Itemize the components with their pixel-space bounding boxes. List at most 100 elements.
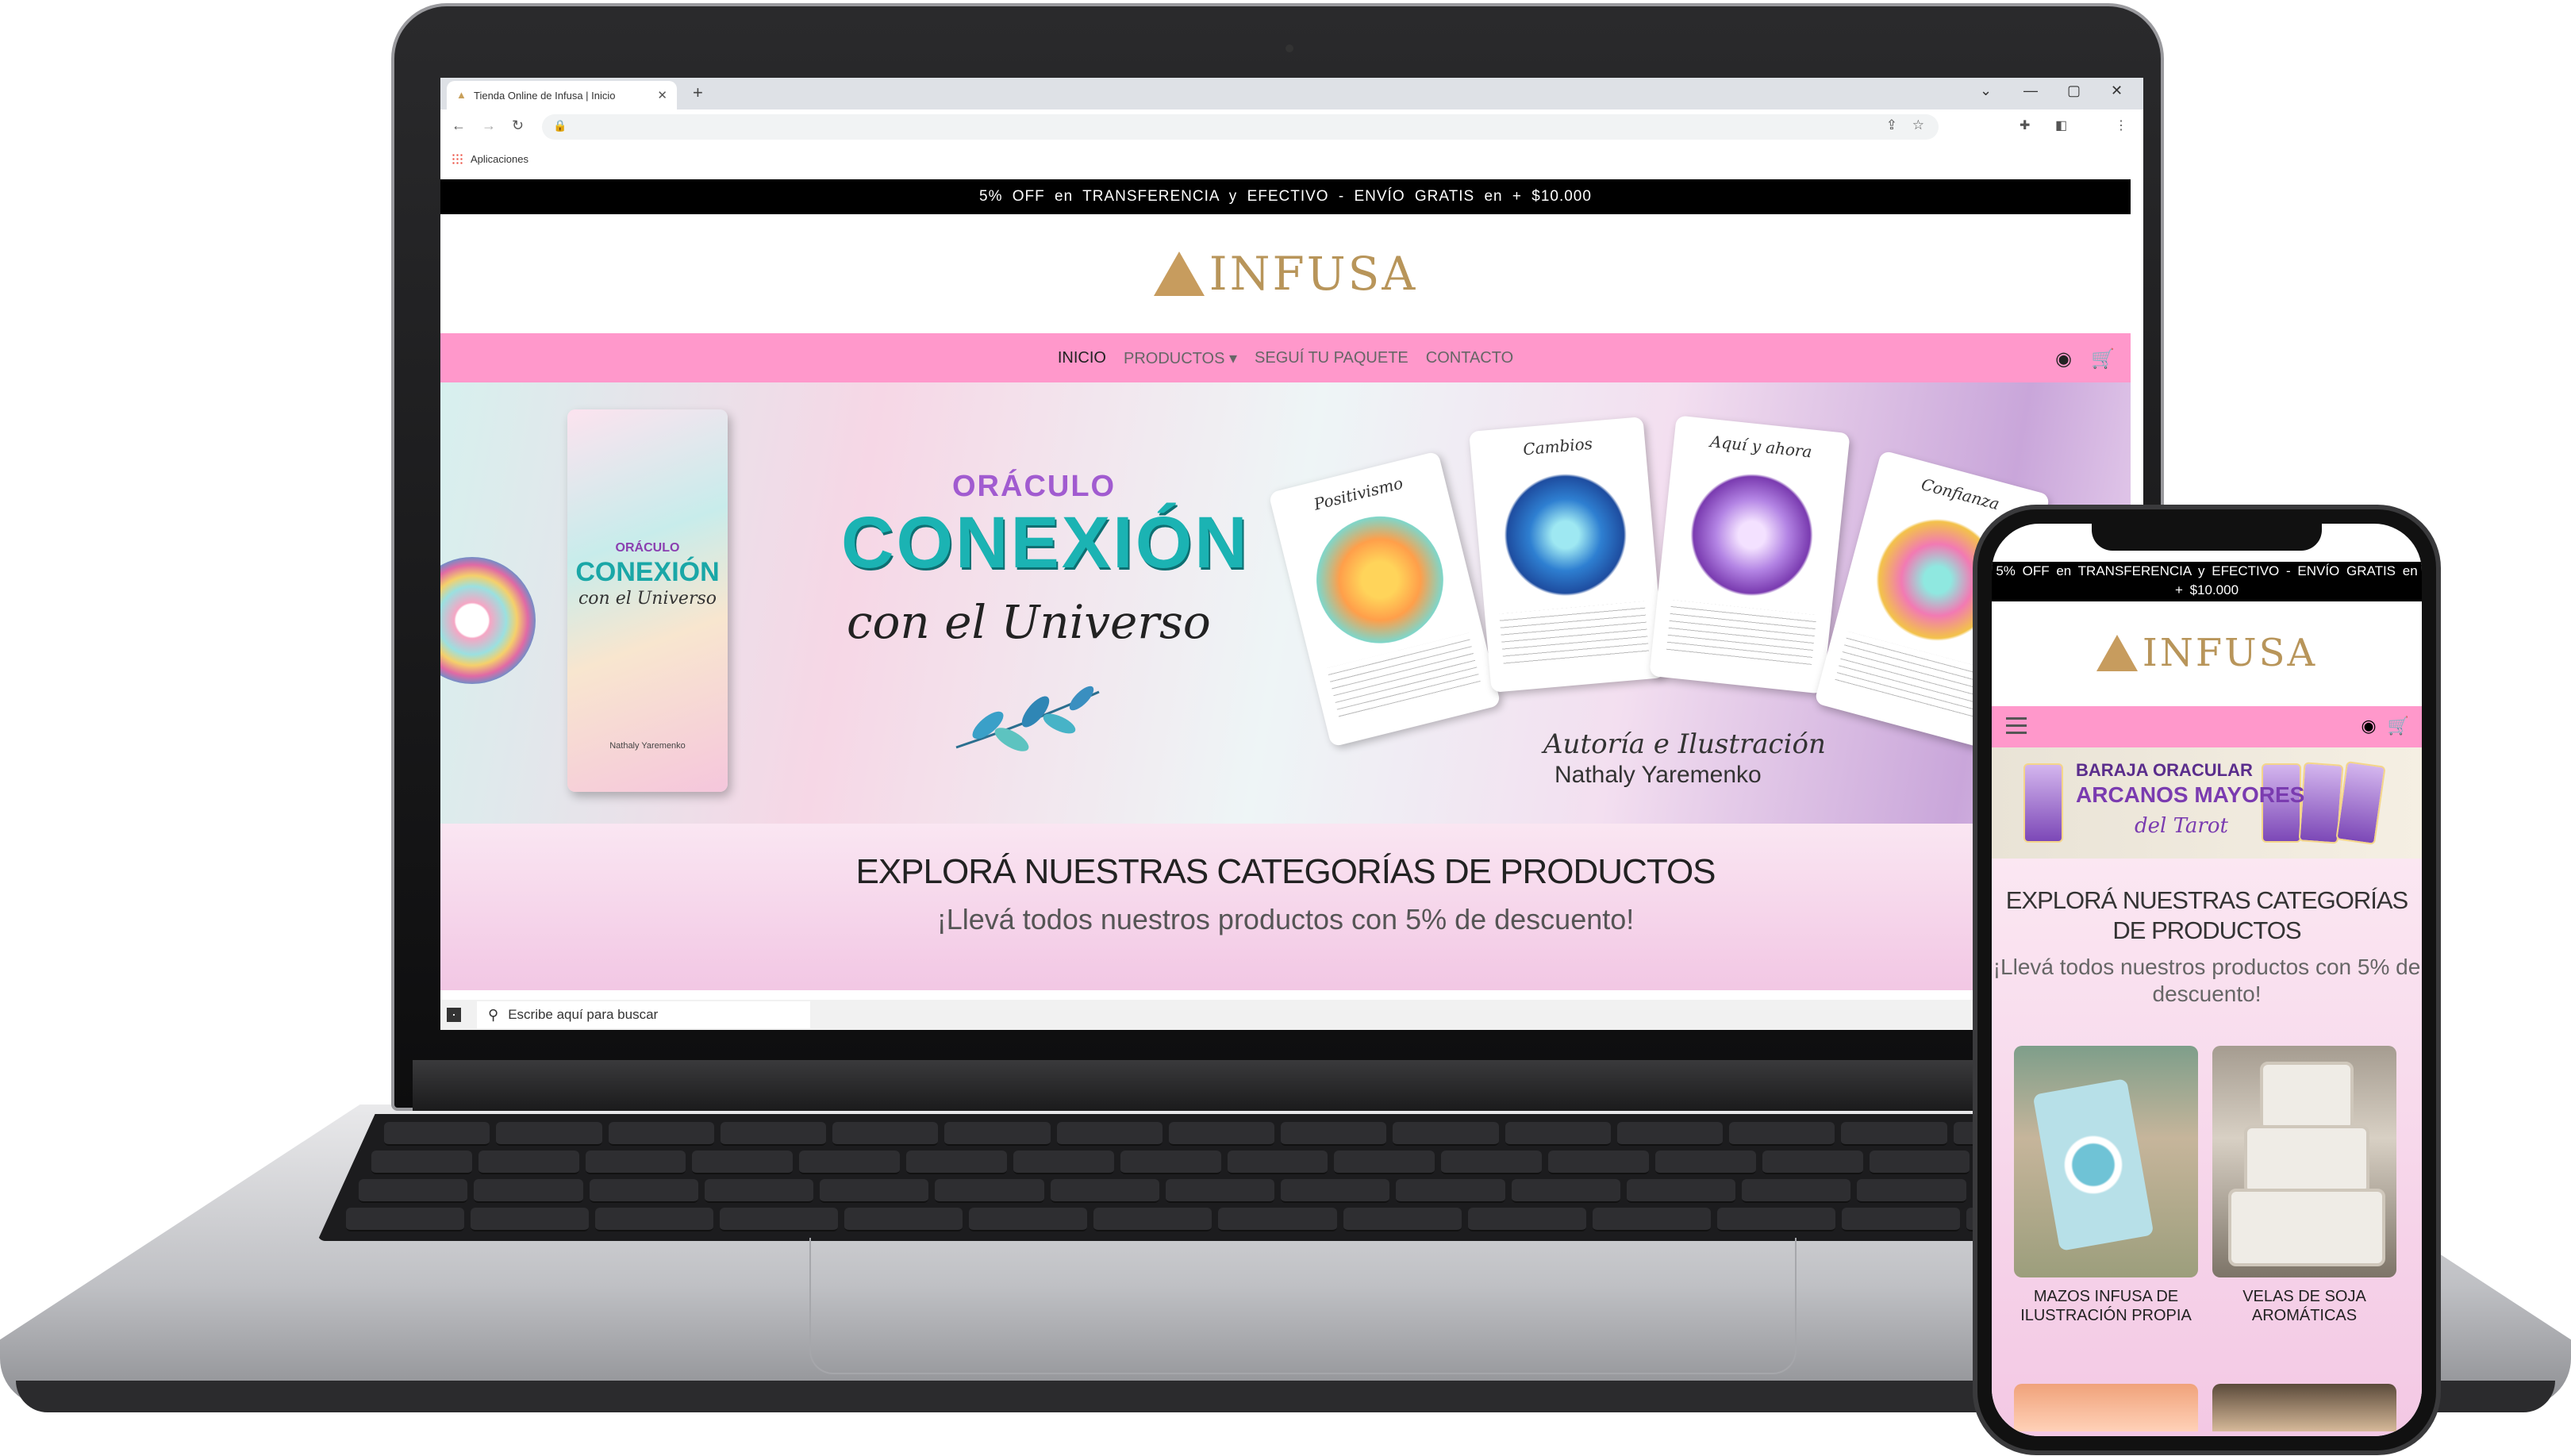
keyboard-key	[1168, 1122, 1274, 1146]
keyboard-key	[1218, 1208, 1337, 1231]
hero-title: CONEXIÓN	[841, 502, 1250, 583]
taskbar-search-placeholder: Escribe aquí para buscar	[508, 1007, 659, 1022]
keyboard-key	[969, 1208, 1088, 1231]
keyboard-key	[1742, 1179, 1851, 1203]
main-nav: INICIO PRODUCTOS ▾ SEGUÍ TU PAQUETE CONT…	[440, 333, 2131, 382]
keyboard-key	[1396, 1179, 1505, 1203]
phone-screen: 5% OFF en TRANSFERENCIA y EFECTIVO - ENV…	[1992, 524, 2422, 1436]
star-icon[interactable]: ☆	[1912, 117, 1924, 133]
menu-icon[interactable]	[2006, 717, 2027, 735]
cart-icon[interactable]: 🛒	[2091, 348, 2115, 371]
card-text	[1499, 601, 1650, 670]
taskbar-search[interactable]: ⚲ Escribe aquí para buscar	[477, 1001, 810, 1028]
reload-icon[interactable]: ↻	[512, 117, 524, 134]
laptop-screen: ▲ Tienda Online de Infusa | Inicio ✕ + ⌄…	[440, 78, 2143, 1030]
nav-segui-tu-paquete[interactable]: SEGUÍ TU PAQUETE	[1255, 349, 1408, 367]
product-label-mazos[interactable]: MAZOS INFUSA DE ILUSTRACIÓN PROPIA	[2014, 1287, 2198, 1325]
nav-inicio[interactable]: INICIO	[1058, 349, 1106, 367]
keyboard-key	[474, 1179, 583, 1203]
keyboard-key	[1393, 1122, 1499, 1146]
tab-search-chevron-icon[interactable]: ⌄	[1980, 83, 1992, 99]
phone-hero-banner[interactable]: BARAJA ORACULAR ARCANOS MAYORES del Taro…	[1992, 747, 2422, 859]
bookmark-apps[interactable]: Aplicaciones	[471, 153, 528, 165]
browser-tabstrip: ▲ Tienda Online de Infusa | Inicio ✕ + ⌄…	[440, 78, 2143, 109]
keyboard-key	[608, 1122, 714, 1146]
logo-triangle-icon	[2096, 635, 2138, 671]
address-bar[interactable]: 🔒 ⇪ ☆	[542, 114, 1939, 140]
oracle-card: Aquí y ahora	[1649, 415, 1850, 694]
tarot-card	[2335, 761, 2386, 845]
browser-tab[interactable]: ▲ Tienda Online de Infusa | Inicio ✕	[447, 81, 677, 109]
bookmarks-bar: Aplicaciones	[440, 146, 2143, 171]
windows-logo-icon[interactable]	[447, 1008, 461, 1022]
categories-section: EXPLORÁ NUESTRAS CATEGORÍAS DE PRODUCTOS…	[440, 824, 2131, 990]
keyboard-key	[799, 1151, 901, 1174]
keyboard-key	[478, 1151, 579, 1174]
card-art	[1681, 465, 1822, 605]
browser-menu-icon[interactable]: ⋮	[2115, 117, 2127, 133]
forward-arrow-icon[interactable]: →	[482, 117, 496, 134]
hero-banner[interactable]: ORÁCULO CONEXIÓN con el Universo Nathaly…	[440, 382, 2131, 824]
apps-grid-icon[interactable]	[452, 153, 463, 164]
phone-site-logo[interactable]: INFUSA	[2142, 631, 2317, 675]
laptop-keyboard	[317, 1114, 2238, 1241]
keyboard-key	[1165, 1179, 1274, 1203]
browser-toolbar: ← → ↻ 🔒 ⇪ ☆ ✚ ◧ ⋮	[440, 109, 2143, 147]
nav-contacto[interactable]: CONTACTO	[1426, 349, 1513, 367]
keyboard-key	[704, 1179, 813, 1203]
keyboard-key	[1093, 1208, 1212, 1231]
keyboard-key	[1056, 1122, 1163, 1146]
lock-icon: 🔒	[553, 119, 567, 132]
window-maximize-button[interactable]: ▢	[2067, 83, 2081, 99]
mandala-decoration	[440, 557, 536, 684]
side-panel-icon[interactable]: ◧	[2055, 117, 2067, 133]
keyboard-key	[1841, 1122, 1947, 1146]
keyboard-key	[1548, 1151, 1649, 1174]
cart-icon[interactable]: 🛒	[2388, 716, 2409, 736]
keyboard-key	[371, 1151, 472, 1174]
user-icon[interactable]: ◉	[2361, 716, 2376, 736]
keyboard-key	[1120, 1151, 1221, 1174]
tab-close-icon[interactable]: ✕	[657, 88, 667, 102]
card-art	[1497, 466, 1635, 604]
site-header: INFUSA	[440, 214, 2131, 333]
new-tab-button[interactable]: +	[693, 83, 703, 103]
product-label-velas[interactable]: VELAS DE SOJA AROMÁTICAS	[2212, 1287, 2396, 1325]
keyboard-key	[1505, 1122, 1611, 1146]
hero-subtitle: con el Universo	[847, 595, 1211, 649]
keyboard-key	[1654, 1151, 1756, 1174]
keyboard-key	[1281, 1179, 1390, 1203]
oracle-book-cover: ORÁCULO CONEXIÓN con el Universo Nathaly…	[567, 409, 728, 792]
hero-kicker: ORÁCULO	[952, 470, 1116, 503]
card-text	[1666, 600, 1817, 670]
extensions-icon[interactable]: ✚	[2020, 117, 2030, 133]
site-logo[interactable]: INFUSA	[1209, 247, 1417, 301]
product-image-next[interactable]	[2014, 1384, 2198, 1431]
window-minimize-button[interactable]: —	[2023, 83, 2038, 99]
oracle-card: Cambios	[1469, 417, 1666, 693]
keyboard-key	[496, 1122, 602, 1146]
keyboard-key	[944, 1122, 1051, 1146]
keyboard-key	[1467, 1208, 1586, 1231]
product-image-mazos[interactable]	[2014, 1046, 2198, 1277]
promo-bar: 5% OFF en TRANSFERENCIA y EFECTIVO - ENV…	[440, 179, 2131, 214]
keyboard-key	[1334, 1151, 1435, 1174]
product-image-next[interactable]	[2212, 1384, 2396, 1431]
keyboard-key	[471, 1208, 590, 1231]
back-arrow-icon[interactable]: ←	[452, 117, 466, 134]
window-close-button[interactable]: ✕	[2111, 83, 2123, 99]
hero-author-label: Autoría e Ilustración	[1543, 728, 1826, 760]
share-icon[interactable]: ⇪	[1886, 117, 1897, 133]
keyboard-key	[720, 1122, 826, 1146]
keyboard-key	[832, 1122, 939, 1146]
phone-notch	[2092, 524, 2322, 551]
book-subtitle: con el Universo	[578, 589, 717, 609]
card-text	[1833, 631, 1989, 724]
logo-triangle-icon	[1153, 252, 1205, 296]
product-image-velas[interactable]	[2212, 1046, 2396, 1277]
keyboard-key	[935, 1179, 1044, 1203]
keyboard-key	[820, 1179, 929, 1203]
laptop-trackpad	[809, 1238, 1797, 1374]
user-icon[interactable]: ◉	[2055, 348, 2072, 371]
nav-productos[interactable]: PRODUCTOS ▾	[1124, 348, 1237, 368]
